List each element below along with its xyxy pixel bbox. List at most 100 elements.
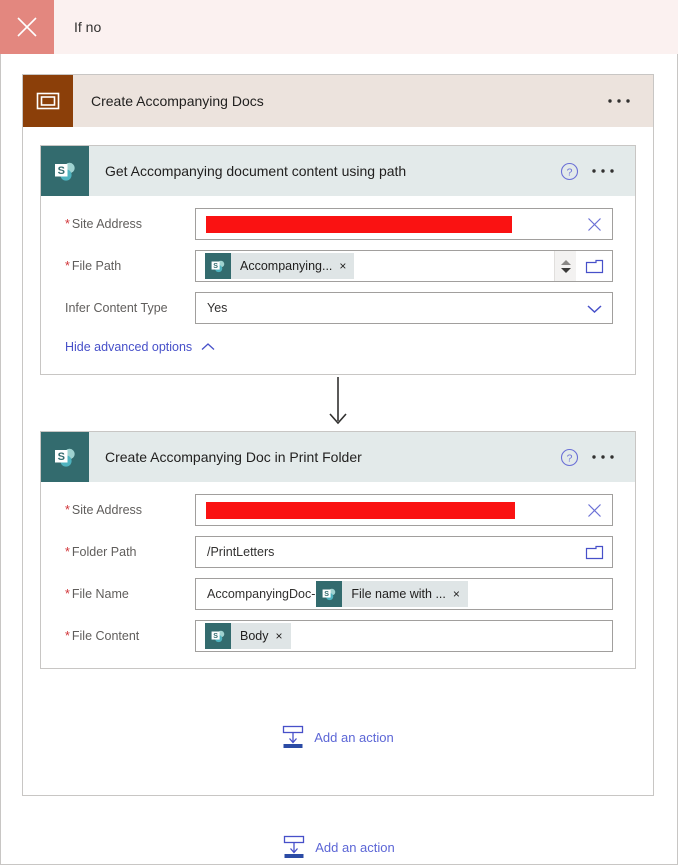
dynamic-content-token[interactable]: S Body × [205, 623, 291, 649]
help-circle-icon: ? [560, 448, 579, 466]
field-label-site-address: * Site Address [65, 217, 143, 231]
field-trailing-actions [554, 251, 612, 281]
close-branch-button[interactable] [0, 0, 54, 54]
required-asterisk: * [65, 217, 70, 231]
chevron-down-icon [560, 267, 571, 273]
svg-text:S: S [58, 165, 65, 177]
form-row-file-content: * File Content S Body × [55, 620, 613, 652]
site-address-input[interactable] [195, 208, 613, 240]
file-path-stepper[interactable] [554, 251, 576, 281]
required-asterisk: * [65, 587, 70, 601]
field-trailing-actions [576, 537, 612, 567]
sharepoint-icon: S [55, 448, 75, 467]
form-row-infer-content-type: Infer Content Type Yes [55, 292, 613, 324]
arrow-down-icon [329, 377, 347, 425]
action-header[interactable]: S Create Accompanying Doc in Print Folde… [41, 432, 635, 482]
field-trailing-actions [576, 209, 612, 239]
add-action-button-scope[interactable]: Add an action [23, 725, 653, 749]
svg-text:S: S [325, 591, 330, 598]
file-name-input[interactable]: AccompanyingDoc- S File name with ... × [195, 578, 613, 610]
action-card-get-document-content: S Get Accompanying document content usin… [40, 145, 636, 375]
folder-icon [585, 259, 603, 273]
token-icon-container: S [316, 581, 343, 607]
action-help-button[interactable]: ? [560, 432, 591, 482]
dynamic-content-token[interactable]: S File name with ... × [316, 581, 468, 607]
form-row-site-address: * Site Address [55, 494, 613, 526]
chevron-up-icon [201, 343, 215, 350]
if-no-branch-body: Create Accompanying Docs S Get Accompany… [0, 54, 678, 865]
close-icon [17, 17, 37, 37]
hide-advanced-options-link[interactable]: Hide advanced options [65, 340, 613, 354]
site-address-input[interactable] [195, 494, 613, 526]
action-title: Create Accompanying Doc in Print Folder [105, 449, 362, 465]
clear-x-icon [587, 503, 601, 517]
add-action-label: Add an action [315, 839, 395, 855]
action-body: * Site Address [41, 482, 635, 668]
svg-text:?: ? [567, 166, 573, 178]
scope-overflow-menu-button[interactable] [607, 75, 653, 127]
required-asterisk: * [65, 503, 70, 517]
insert-below-icon [284, 835, 305, 858]
form-row-file-path: * File Path S Accompanying... × [55, 250, 613, 282]
chevron-up-icon [560, 259, 571, 265]
file-content-input[interactable]: S Body × [195, 620, 613, 652]
browse-folder-button[interactable] [576, 537, 612, 567]
scope-icon-container [23, 75, 73, 127]
sharepoint-icon: S [55, 162, 75, 181]
file-path-input[interactable]: S Accompanying... × [195, 250, 613, 282]
svg-text:S: S [213, 633, 218, 640]
scope-icon [36, 92, 60, 110]
field-trailing-actions [576, 495, 612, 525]
chevron-down-icon [586, 304, 602, 313]
branch-title: If no [74, 19, 102, 35]
action-header[interactable]: S Get Accompanying document content usin… [41, 146, 635, 196]
flow-connector-arrow [23, 375, 653, 431]
help-circle-icon: ? [560, 162, 579, 180]
action-overflow-menu-button[interactable] [591, 146, 635, 196]
form-row-file-name: * File Name AccompanyingDoc- S File name… [55, 578, 613, 610]
scope-add-action-area: Add an action [23, 669, 653, 795]
folder-path-input[interactable]: /PrintLetters [195, 536, 613, 568]
svg-text:S: S [58, 451, 65, 463]
add-action-label: Add an action [314, 729, 394, 745]
token-icon-container: S [205, 623, 231, 649]
dynamic-content-token[interactable]: S Accompanying... × [205, 253, 355, 279]
browse-folder-button[interactable] [576, 251, 612, 281]
svg-text:S: S [213, 263, 218, 270]
token-label: File name with ... [351, 587, 446, 601]
form-row-folder-path: * Folder Path /PrintLetters [55, 536, 613, 568]
action-overflow-menu-button[interactable] [591, 432, 635, 482]
add-action-button-branch[interactable]: Add an action [1, 835, 677, 859]
scope-card: Create Accompanying Docs S Get Accompany… [22, 74, 654, 796]
remove-token-button[interactable]: × [339, 260, 354, 272]
sharepoint-icon: S [211, 260, 225, 273]
action-icon-container: S [41, 146, 89, 196]
sharepoint-icon: S [211, 630, 225, 643]
svg-text:?: ? [567, 452, 573, 464]
folder-icon [585, 545, 603, 559]
clear-site-address-button[interactable] [576, 209, 612, 239]
action-help-button[interactable]: ? [560, 146, 591, 196]
infer-content-type-select[interactable]: Yes [195, 292, 613, 324]
ellipsis-icon [608, 99, 630, 103]
action-icon-container: S [41, 432, 89, 482]
field-label-folder-path: * Folder Path [65, 545, 137, 559]
open-dropdown-button[interactable] [576, 293, 612, 323]
redacted-value [206, 501, 515, 519]
scope-card-header[interactable]: Create Accompanying Docs [23, 75, 653, 127]
field-label-file-name: * File Name [65, 587, 129, 601]
field-label-file-path: * File Path [65, 259, 122, 273]
token-label: Accompanying... [240, 259, 333, 273]
clear-site-address-button[interactable] [576, 495, 612, 525]
hide-advanced-options-label: Hide advanced options [65, 340, 193, 354]
field-trailing-actions [576, 293, 612, 323]
folder-path-value: /PrintLetters [207, 545, 275, 559]
clear-x-icon [587, 217, 601, 231]
ellipsis-icon [592, 455, 614, 459]
token-icon-container: S [205, 253, 231, 279]
action-title: Get Accompanying document content using … [105, 163, 407, 179]
remove-token-button[interactable]: × [453, 588, 468, 600]
token-label: Body [240, 629, 269, 643]
remove-token-button[interactable]: × [276, 630, 291, 642]
required-asterisk: * [65, 545, 70, 559]
